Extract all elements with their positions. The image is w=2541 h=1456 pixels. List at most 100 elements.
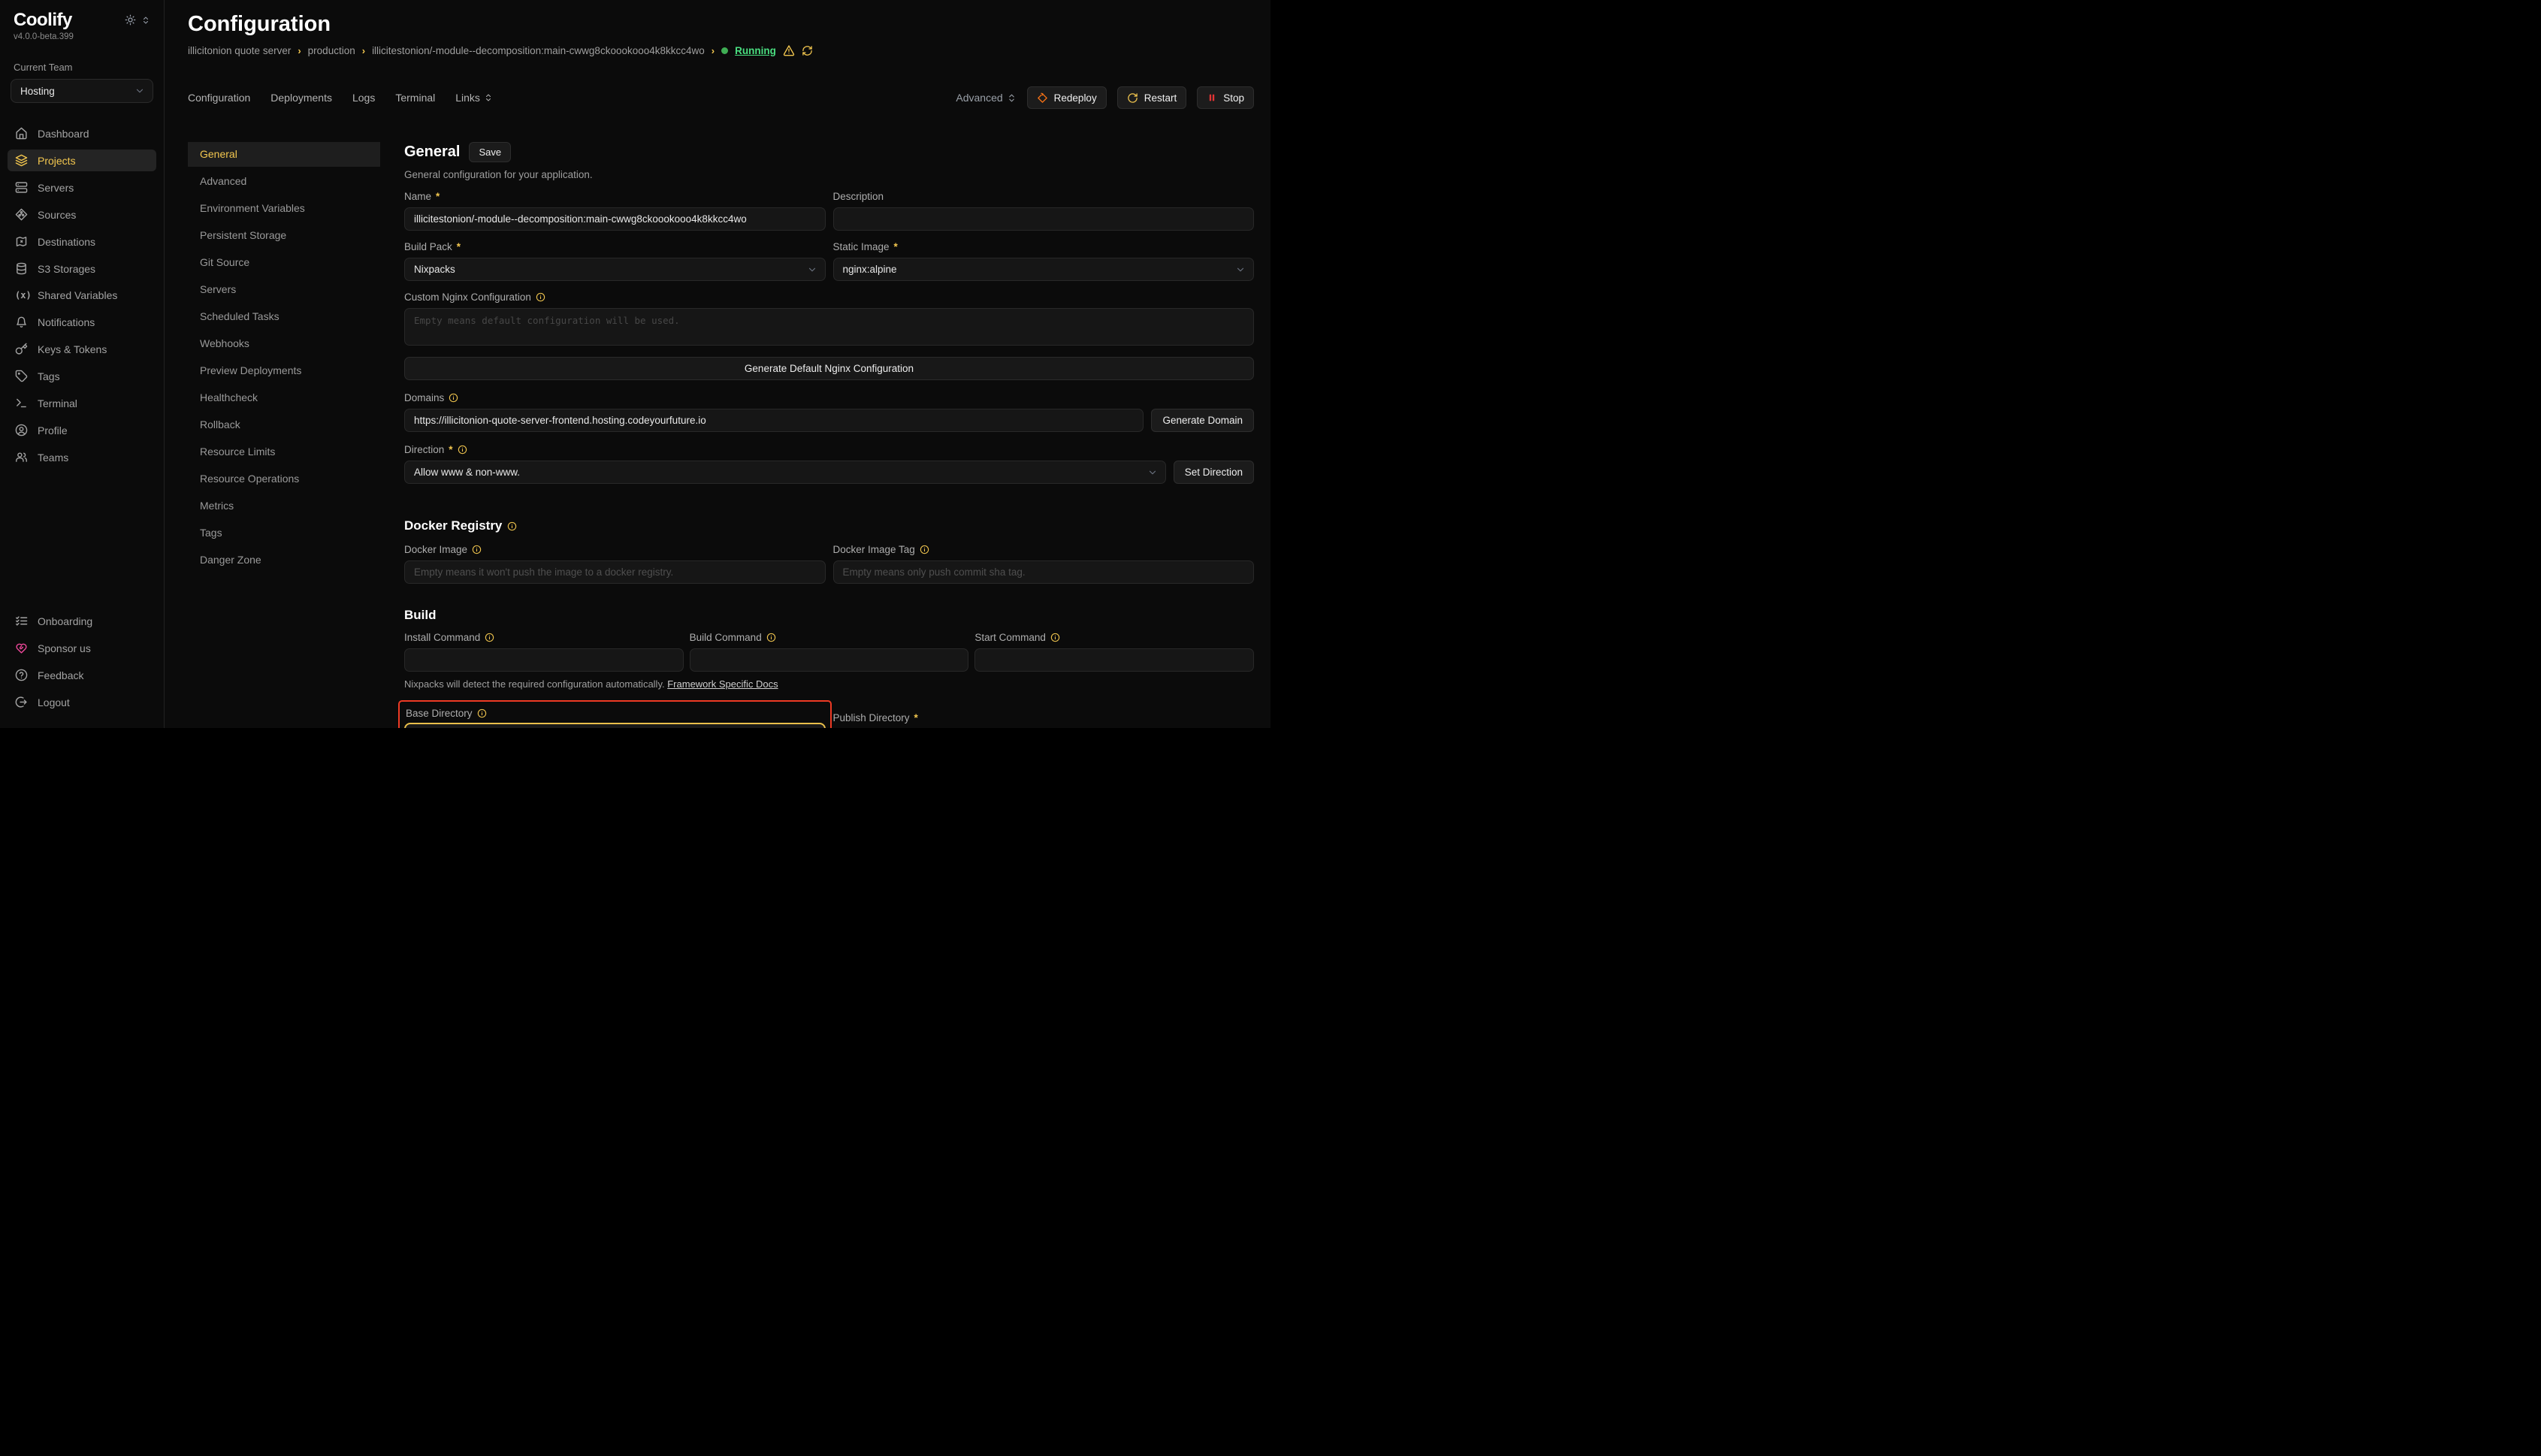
name-input[interactable] [404,207,826,231]
subnav-git-source[interactable]: Git Source [188,250,380,275]
tab-logs[interactable]: Logs [352,92,375,104]
server-icon [15,181,28,194]
status-running-link[interactable]: Running [735,45,776,56]
set-direction-button[interactable]: Set Direction [1174,461,1254,484]
restart-button[interactable]: Restart [1117,86,1187,109]
subnav-environment-variables[interactable]: Environment Variables [188,196,380,221]
subnav-advanced[interactable]: Advanced [188,169,380,194]
subnav-general[interactable]: General [188,142,380,167]
key-icon [15,343,28,355]
info-icon [766,633,776,642]
tab-configuration[interactable]: Configuration [188,92,250,104]
subnav-metrics[interactable]: Metrics [188,494,380,518]
checklist-icon [15,615,28,627]
breadcrumb-separator: › [298,45,301,56]
domains-input[interactable] [404,409,1144,432]
instance-switcher-icon[interactable] [141,15,150,29]
sidebar-item-notifications[interactable]: Notifications [8,311,156,333]
general-form: General Save General configuration for y… [404,142,1254,728]
direction-label: Direction* [404,444,1254,455]
status-dot [721,47,728,54]
sidebar-item-logout[interactable]: Logout [8,691,156,713]
sidebar-item-dashboard[interactable]: Dashboard [8,122,156,144]
sidebar-item-keys-tokens[interactable]: Keys & Tokens [8,338,156,360]
sidebar-item-tags[interactable]: Tags [8,365,156,387]
description-input[interactable] [833,207,1255,231]
subnav-resource-operations[interactable]: Resource Operations [188,467,380,491]
warning-triangle-icon[interactable] [783,44,795,56]
subnav-danger-zone[interactable]: Danger Zone [188,548,380,572]
tab-links[interactable]: Links [455,92,493,104]
framework-docs-link[interactable]: Framework Specific Docs [667,678,778,690]
shared-variables-icon: (x) [15,290,28,301]
build-pack-label: Build Pack* [404,241,826,252]
subnav-preview-deployments[interactable]: Preview Deployments [188,358,380,383]
subnav-webhooks[interactable]: Webhooks [188,331,380,356]
info-icon [1050,633,1060,642]
info-icon [449,393,458,403]
sidebar-item-sponsor-us[interactable]: Sponsor us [8,637,156,659]
docker-image-input[interactable] [404,560,826,584]
install-command-input[interactable] [404,648,684,672]
build-command-input[interactable] [690,648,969,672]
sidebar-item-s3-storages[interactable]: S3 Storages [8,258,156,279]
sidebar-item-teams[interactable]: Teams [8,446,156,468]
breadcrumb-application[interactable]: illicitestonion/-module--decomposition:m… [372,45,705,56]
subnav-servers[interactable]: Servers [188,277,380,302]
generate-nginx-config-button[interactable]: Generate Default Nginx Configuration [404,357,1254,380]
general-subtitle: General configuration for your applicati… [404,169,1254,180]
docker-image-tag-input[interactable] [833,560,1255,584]
static-image-select[interactable]: nginx:alpine [833,258,1255,281]
team-select-value: Hosting [20,86,55,97]
stop-button[interactable]: Stop [1197,86,1254,109]
subnav-scheduled-tasks[interactable]: Scheduled Tasks [188,304,380,329]
sidebar-item-destinations[interactable]: Destinations [8,231,156,252]
build-pack-select[interactable]: Nixpacks [404,258,826,281]
terminal-icon [15,397,28,409]
sidebar-item-projects[interactable]: Projects [8,150,156,171]
sidebar-footer: Onboarding Sponsor us Feedback Logout [8,610,156,713]
team-select[interactable]: Hosting [11,79,153,103]
breadcrumb-project[interactable]: illicitonion quote server [188,45,291,56]
subnav-healthcheck[interactable]: Healthcheck [188,385,380,410]
user-circle-icon [15,424,28,436]
tab-deployments[interactable]: Deployments [270,92,332,104]
base-directory-label: Base Directory [406,708,824,719]
app-logo: Coolify [14,11,72,30]
help-circle-icon [15,669,28,681]
publish-directory-label: Publish Directory* [833,712,1255,723]
app-version: v4.0.0-beta.399 [8,30,156,41]
sidebar-item-servers[interactable]: Servers [8,177,156,198]
subnav-persistent-storage[interactable]: Persistent Storage [188,223,380,248]
custom-nginx-textarea[interactable] [404,308,1254,346]
sidebar-item-terminal[interactable]: Terminal [8,392,156,414]
docker-image-label: Docker Image [404,544,826,555]
subnav-resource-limits[interactable]: Resource Limits [188,440,380,464]
heart-handshake-icon [15,642,28,654]
sidebar-item-shared-variables[interactable]: (x) Shared Variables [8,285,156,306]
annotation-highlight-box: Base Directory [398,700,832,728]
advanced-dropdown[interactable]: Advanced [956,92,1016,104]
save-button[interactable]: Save [469,142,511,162]
start-command-input[interactable] [974,648,1254,672]
sidebar-item-onboarding[interactable]: Onboarding [8,610,156,632]
direction-select[interactable]: Allow www & non-www. [404,461,1166,484]
base-directory-input[interactable] [404,723,826,728]
configuration-content: General Advanced Environment Variables P… [188,142,1254,728]
generate-domain-button[interactable]: Generate Domain [1151,409,1254,432]
subnav-rollback[interactable]: Rollback [188,412,380,437]
current-team-label: Current Team [14,62,150,73]
breadcrumb-environment[interactable]: production [308,45,355,56]
docker-image-tag-label: Docker Image Tag [833,544,1255,555]
static-image-label: Static Image* [833,241,1255,252]
sidebar-item-sources[interactable]: Sources [8,204,156,225]
info-icon [507,521,517,531]
sidebar-item-feedback[interactable]: Feedback [8,664,156,686]
restart-icon [1127,92,1138,104]
sidebar-item-profile[interactable]: Profile [8,419,156,441]
redeploy-button[interactable]: Redeploy [1027,86,1107,109]
tab-terminal[interactable]: Terminal [395,92,435,104]
theme-sun-icon[interactable] [125,14,136,29]
subnav-tags[interactable]: Tags [188,521,380,545]
refresh-icon[interactable] [802,45,813,56]
